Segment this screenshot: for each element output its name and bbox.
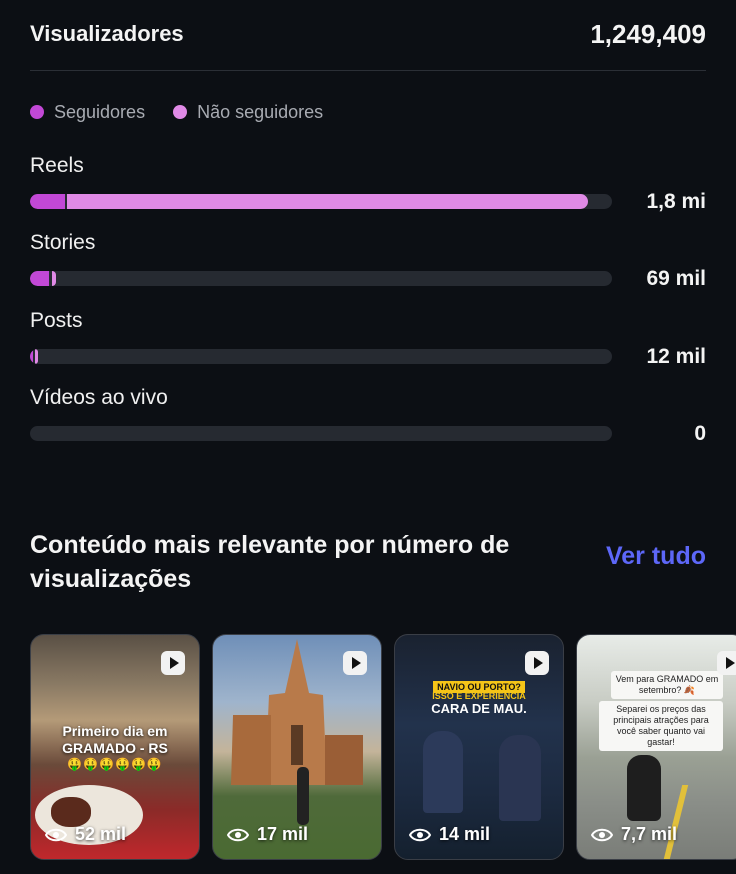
legend-label-followers: Seguidores — [54, 101, 146, 122]
person-image — [627, 755, 661, 821]
metric-value: 0 — [694, 422, 706, 445]
views-count: 52 mil — [75, 824, 127, 844]
metric-live-videos: Vídeos ao vivo 0 — [30, 386, 706, 456]
caption-line: Primeiro dia em — [62, 723, 168, 739]
thumbnail-note: Separei os preços das principais atraçõe… — [599, 701, 723, 751]
viewers-title: Visualizadores — [30, 21, 184, 46]
eye-icon — [227, 828, 249, 841]
metric-value: 1,8 mi — [646, 190, 706, 213]
viewers-total: 1,249,409 — [590, 18, 706, 49]
bar-non-followers — [35, 349, 38, 364]
reel-icon — [343, 651, 367, 675]
metric-label: Vídeos ao vivo — [30, 386, 168, 409]
metric-label: Posts — [30, 309, 83, 332]
metric-value: 12 mil — [646, 345, 706, 368]
eye-icon — [409, 828, 431, 841]
section-heading: Conteúdo mais relevante por número de vi… — [30, 531, 510, 593]
bar-followers — [30, 349, 33, 364]
people-image — [423, 731, 463, 813]
legend-non-followers: Não seguidores — [173, 102, 323, 123]
thumbnail-views: 17 mil — [227, 824, 308, 845]
metric-posts: Posts 12 mil — [30, 309, 706, 379]
content-thumbnail[interactable]: 17 mil — [212, 634, 382, 860]
people-image — [499, 735, 541, 821]
metric-label: Stories — [30, 231, 96, 254]
views-count: 7,7 mil — [621, 824, 678, 844]
bar-followers — [30, 271, 50, 286]
views-count: 17 mil — [257, 824, 309, 844]
content-carousel[interactable]: Primeiro dia em GRAMADO - RS 🤑🤑🤑🤑🤑🤑 52 m… — [30, 634, 736, 860]
content-thumbnail[interactable]: NAVIO OU PORTO? ISSO É EXPERIÊNCIA CARA … — [394, 634, 564, 860]
bar-followers — [30, 194, 65, 209]
legend-dot-followers — [30, 105, 44, 119]
legend-label-non-followers: Não seguidores — [197, 101, 324, 122]
content-thumbnail[interactable]: Vem para GRAMADO em setembro? 🍂 Separei … — [576, 634, 736, 860]
emoji-row: 🤑🤑🤑🤑🤑🤑 — [67, 757, 163, 771]
metric-bar-track — [30, 271, 612, 286]
person-image — [297, 767, 309, 825]
content-thumbnail[interactable]: Primeiro dia em GRAMADO - RS 🤑🤑🤑🤑🤑🤑 52 m… — [30, 634, 200, 860]
thumbnail-views: 7,7 mil — [591, 824, 677, 845]
reel-icon — [161, 651, 185, 675]
divider — [30, 70, 706, 71]
eye-icon — [591, 828, 613, 841]
thumbnail-views: 52 mil — [45, 824, 126, 845]
road-line — [663, 785, 689, 859]
metric-stories: Stories 69 mil — [30, 231, 706, 301]
chart-legend: Seguidores Não seguidores — [30, 100, 323, 124]
caption-line: GRAMADO - RS — [62, 740, 168, 756]
banner-mid: ISSO É EXPERIÊNCIA — [432, 691, 526, 701]
top-content-section: Conteúdo mais relevante por número de vi… — [30, 528, 706, 596]
reel-icon — [717, 651, 736, 675]
metric-value: 69 mil — [646, 267, 706, 290]
eye-icon — [45, 828, 67, 841]
steak-image — [51, 797, 91, 827]
bar-non-followers — [67, 194, 589, 209]
banner-bottom: CARA DE MAU. — [431, 701, 527, 716]
metric-bar-track — [30, 194, 612, 209]
metric-bar-track — [30, 349, 612, 364]
see-all-link[interactable]: Ver tudo — [606, 542, 706, 571]
metric-reels: Reels 1,8 mi — [30, 154, 706, 224]
thumbnail-caption: Primeiro dia em GRAMADO - RS — [31, 723, 199, 757]
bar-non-followers — [51, 271, 56, 286]
viewers-header: Visualizadores 1,249,409 — [30, 14, 706, 54]
legend-followers: Seguidores — [30, 102, 145, 123]
legend-dot-non-followers — [173, 105, 188, 119]
metric-bar-track — [30, 426, 612, 441]
reel-icon — [525, 651, 549, 675]
thumbnail-views: 14 mil — [409, 824, 490, 845]
thumbnail-note: Vem para GRAMADO em setembro? 🍂 — [611, 671, 723, 699]
metric-label: Reels — [30, 154, 84, 177]
views-count: 14 mil — [439, 824, 491, 844]
